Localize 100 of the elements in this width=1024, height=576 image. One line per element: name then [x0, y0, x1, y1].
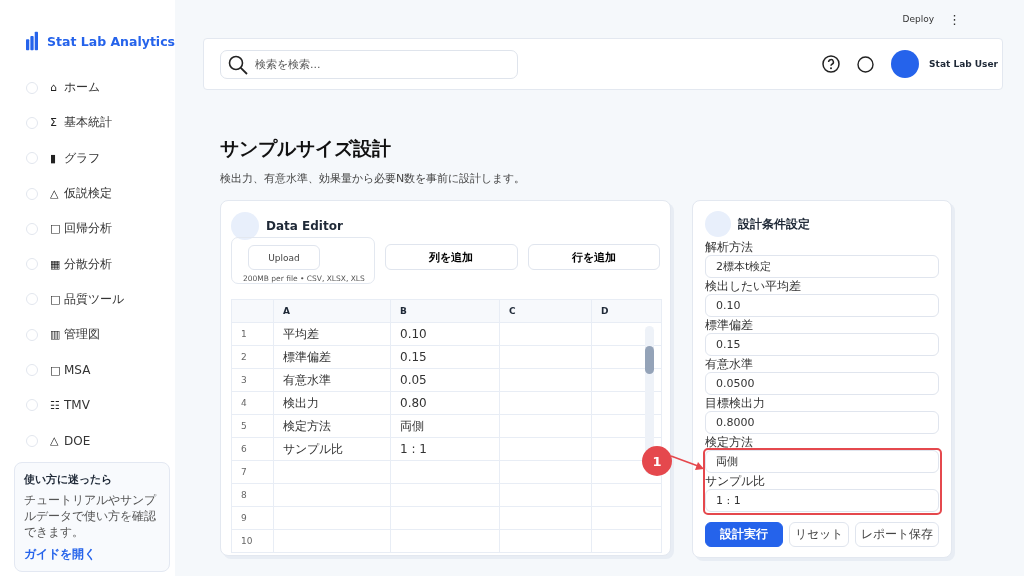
sidebar-item[interactable]: ▦ 分散分析 [26, 246, 175, 282]
callout-arrow [670, 454, 706, 472]
help-title: 使い方に迷ったら [24, 472, 113, 487]
column-header: B [390, 299, 500, 323]
input-field[interactable]: 0.10 [705, 294, 939, 317]
input-field[interactable]: 0.0500 [705, 372, 939, 395]
radio-icon [26, 222, 38, 235]
avatar-placeholder-icon [231, 212, 259, 240]
nav-label: 品質ツール [64, 290, 124, 308]
table-cell[interactable]: 両側 [390, 414, 500, 438]
nav-glyph-icon: □ [50, 292, 64, 306]
row-number: 7 [231, 460, 274, 484]
nav-glyph-icon: ▦ [50, 257, 64, 271]
card-title: 設計条件設定 [738, 215, 810, 233]
sidebar-item[interactable]: ☷ TMV [26, 387, 175, 423]
sidebar-item[interactable]: ▥ 管理図 [26, 317, 175, 353]
add-button[interactable]: 行を追加 [527, 244, 660, 270]
circle-icon [857, 55, 875, 73]
table-cell[interactable]: 検出力 [273, 391, 391, 415]
help-icon [822, 55, 841, 73]
nav-label: 回帰分析 [64, 220, 112, 238]
nav-label: MSA [64, 363, 91, 377]
sidebar-item[interactable]: Σ 基本統計 [26, 105, 175, 141]
upload-button[interactable]: Upload [248, 245, 320, 270]
field-label: 有意水準 [705, 357, 754, 371]
row-number: 2 [231, 345, 274, 369]
radio-icon [26, 152, 38, 165]
row-number: 5 [231, 414, 274, 438]
action-button[interactable]: レポート保存 [855, 522, 939, 547]
row-number: 1 [231, 322, 274, 346]
table-cell[interactable]: サンプル比 [273, 437, 391, 461]
nav-glyph-icon: ⌂ [50, 81, 64, 95]
sidebar-item[interactable]: △ DOE [26, 422, 175, 459]
scrollbar-thumb[interactable] [645, 346, 654, 374]
run-button[interactable]: 設計実行 [705, 522, 784, 547]
field-label: 検定方法 [705, 435, 754, 449]
guide-link[interactable]: ガイドを開く [24, 547, 96, 561]
search-icon [228, 54, 248, 75]
nav-glyph-icon: ▮ [50, 151, 64, 165]
radio-icon [26, 81, 38, 94]
row-number: 9 [231, 506, 274, 530]
table-cell[interactable]: 標準偏差 [273, 345, 391, 369]
sidebar-item[interactable]: ⌂ ホーム [26, 70, 175, 106]
radio-icon [26, 364, 38, 376]
row-number: 6 [231, 437, 274, 461]
field-label: サンプル比 [705, 474, 766, 488]
input-field[interactable]: 0.15 [705, 333, 939, 356]
input-field[interactable]: 両側 [705, 450, 939, 473]
nav-label: 仮説検定 [64, 185, 112, 203]
table-cell[interactable]: 1 : 1 [390, 437, 500, 461]
radio-icon [26, 399, 38, 412]
radio-icon [26, 187, 38, 200]
user-name: Stat Lab User [929, 59, 998, 69]
nav-glyph-icon: □ [50, 363, 64, 377]
radio-icon [26, 258, 38, 271]
sidebar-item[interactable]: ▮ グラフ [26, 140, 175, 176]
table-cell[interactable]: 0.80 [390, 391, 500, 415]
input-field[interactable]: 1 : 1 [705, 489, 939, 512]
page-subtitle: 検出力、有意水準、効果量から必要N数を事前に設計します。 [220, 171, 527, 186]
menu-button[interactable]: ⋮ [948, 11, 961, 27]
table-cell[interactable]: 有意水準 [273, 368, 391, 392]
field-label: 目標検出力 [705, 396, 766, 410]
app-name: Stat Lab Analytics [47, 33, 175, 49]
nav-label: ホーム [64, 79, 100, 97]
sidebar-item[interactable]: △ 仮説検定 [26, 175, 175, 212]
action-button[interactable]: リセット [789, 522, 850, 547]
sidebar-item[interactable]: □ MSA [26, 352, 175, 388]
nav-glyph-icon: ▥ [50, 328, 64, 342]
add-button[interactable]: 列を追加 [385, 244, 518, 270]
table-cell[interactable]: 検定方法 [273, 414, 391, 438]
row-number: 4 [231, 391, 274, 415]
row-number: 3 [231, 368, 274, 392]
field-label: 検出したい平均差 [705, 279, 802, 293]
nav-label: 管理図 [64, 326, 100, 344]
sidebar-item[interactable]: □ 品質ツール [26, 281, 175, 318]
nav-glyph-icon: ☷ [50, 398, 64, 412]
sidebar-item[interactable]: □ 回帰分析 [26, 211, 175, 247]
column-header: C [499, 299, 592, 323]
nav-glyph-icon: △ [50, 434, 64, 448]
radio-icon [26, 328, 38, 341]
input-field[interactable]: 0.8000 [705, 411, 939, 434]
search-field[interactable]: 検索を検索... [220, 49, 518, 79]
table-cell[interactable]: 平均差 [273, 322, 391, 346]
table-cell[interactable]: 0.05 [390, 368, 500, 392]
nav-label: 分散分析 [64, 255, 112, 273]
row-number: 8 [231, 483, 274, 507]
card-title: Data Editor [266, 219, 343, 233]
nav-label: DOE [64, 433, 91, 448]
radio-icon [26, 293, 38, 306]
page-title: サンプルサイズ設計 [220, 136, 392, 161]
avatar-icon [891, 50, 920, 78]
help-text: チュートリアルやサンプルデータで使い方を確認できます。 [24, 492, 158, 540]
field-label: 標準偏差 [705, 318, 754, 332]
input-field[interactable]: 2標本t検定 [705, 255, 939, 278]
deploy-button[interactable]: Deploy [902, 14, 934, 24]
table-cell[interactable]: 0.15 [390, 345, 500, 369]
nav-glyph-icon: Σ [50, 116, 64, 130]
nav-glyph-icon: △ [50, 187, 64, 201]
nav-glyph-icon: □ [50, 222, 64, 236]
table-cell[interactable]: 0.10 [390, 322, 500, 346]
